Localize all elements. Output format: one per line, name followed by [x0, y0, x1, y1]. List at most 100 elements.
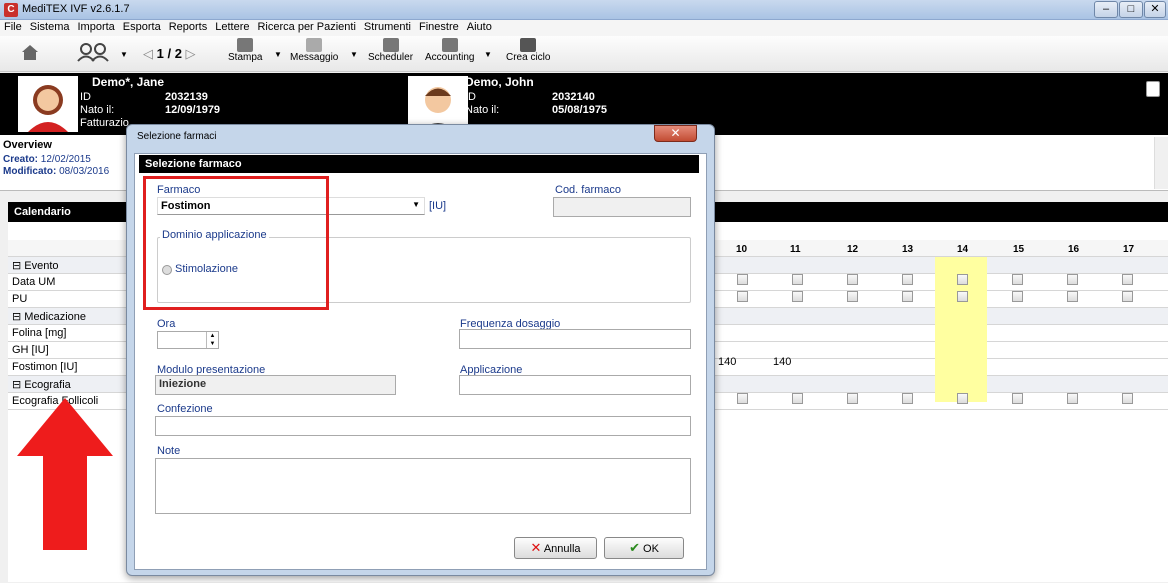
female-avatar	[18, 76, 78, 132]
stampa-button[interactable]: Stampa	[228, 38, 262, 63]
cod-farmaco-label: Cod. farmaco	[555, 184, 622, 196]
checkbox[interactable]	[1012, 291, 1023, 302]
checkbox[interactable]	[1122, 291, 1133, 302]
scheduler-button[interactable]: Scheduler	[368, 38, 413, 63]
couple-icon	[77, 43, 109, 62]
menu-strumenti[interactable]: Strumenti	[360, 20, 415, 34]
day-17: 17	[1123, 244, 1135, 255]
checkbox[interactable]	[902, 393, 913, 404]
document-icon[interactable]	[1146, 81, 1160, 97]
chevron-down-icon[interactable]: ▼	[120, 50, 128, 59]
day-12: 12	[847, 244, 859, 255]
red-highlight-annotation	[143, 176, 329, 310]
checkbox[interactable]	[957, 393, 968, 404]
day-16: 16	[1068, 244, 1080, 255]
couple-button[interactable]	[74, 42, 114, 65]
message-icon	[306, 38, 323, 52]
window-title: MediTEX IVF v2.6.1.7	[22, 3, 130, 15]
checkbox[interactable]	[847, 291, 858, 302]
menu-file[interactable]: File	[0, 20, 26, 34]
chevron-down-icon[interactable]: ▼	[484, 50, 492, 59]
day-15: 15	[1013, 244, 1025, 255]
dialog-close-button[interactable]: ✕	[654, 125, 697, 142]
applicazione-field[interactable]	[459, 375, 691, 395]
spinner-icon[interactable]: ▲ ▼	[206, 332, 218, 348]
checkbox[interactable]	[1122, 274, 1133, 285]
menu-sistema[interactable]: Sistema	[26, 20, 74, 34]
menu-importa[interactable]: Importa	[73, 20, 118, 34]
accounting-button[interactable]: Accounting	[425, 38, 474, 63]
messaggio-button[interactable]: Messaggio	[290, 38, 338, 63]
pager: ◁ 1 / 2 ▷	[143, 46, 196, 61]
cancel-icon: ✕	[530, 540, 542, 555]
crea-ciclo-button[interactable]: Crea ciclo	[506, 38, 550, 63]
note-textarea[interactable]	[155, 458, 691, 514]
ok-icon	[520, 38, 537, 52]
check-icon: ✔	[629, 540, 640, 555]
checkbox[interactable]	[1122, 393, 1133, 404]
checkbox[interactable]	[737, 274, 748, 285]
checkbox[interactable]	[902, 291, 913, 302]
app-icon: C	[4, 3, 18, 17]
menu-esporta[interactable]: Esporta	[119, 20, 165, 34]
menu-ricerca[interactable]: Ricerca per Pazienti	[253, 20, 359, 34]
confezione-field[interactable]	[155, 416, 691, 436]
checkbox[interactable]	[1067, 274, 1078, 285]
maximize-button[interactable]: □	[1119, 1, 1143, 18]
patient-m-dob-label: Nato il:	[465, 104, 500, 116]
next-icon[interactable]: ▷	[186, 46, 196, 61]
checkbox[interactable]	[737, 393, 748, 404]
annulla-button[interactable]: ✕ Annulla	[514, 537, 597, 559]
title-bar: C MediTEX IVF v2.6.1.7 – □ ✕	[0, 0, 1168, 20]
dialog-header: Selezione farmaco	[139, 155, 699, 173]
overview-scrollbar[interactable]	[1154, 137, 1168, 189]
patient-m-id: 2032140	[552, 91, 595, 103]
fostimon-dose-11: 140	[773, 356, 792, 368]
day-11: 11	[790, 244, 801, 255]
checkbox[interactable]	[737, 291, 748, 302]
printer-icon	[237, 38, 254, 52]
menu-aiuto[interactable]: Aiuto	[463, 20, 496, 34]
note-label: Note	[157, 445, 181, 457]
checkbox[interactable]	[1067, 393, 1078, 404]
checkbox[interactable]	[792, 274, 803, 285]
checkbox[interactable]	[1012, 393, 1023, 404]
dialog-title: Selezione farmaci	[137, 131, 217, 142]
minimize-button[interactable]: –	[1094, 1, 1118, 18]
modified-line: Modificato: 08/03/2016	[3, 166, 110, 177]
patient-m-name: Demo, John	[465, 75, 534, 89]
ora-label: Ora	[157, 318, 176, 330]
checkbox[interactable]	[1067, 291, 1078, 302]
chevron-down-icon[interactable]: ▼	[274, 50, 282, 59]
chevron-down-icon[interactable]: ▼	[350, 50, 358, 59]
checkbox[interactable]	[847, 393, 858, 404]
checkbox[interactable]	[957, 274, 968, 285]
patient-m-id-label: ID	[465, 91, 476, 103]
close-window-button[interactable]: ✕	[1144, 1, 1166, 18]
fostimon-dose-10: 140	[718, 356, 737, 368]
ok-button[interactable]: ✔ OK	[604, 537, 684, 559]
patient-f-dob-label: Nato il:	[80, 104, 115, 116]
checkbox[interactable]	[792, 393, 803, 404]
ora-field[interactable]: ▲ ▼	[157, 331, 219, 349]
patient-f-id-label: ID	[80, 91, 91, 103]
checkbox[interactable]	[792, 291, 803, 302]
checkbox[interactable]	[902, 274, 913, 285]
menu-reports[interactable]: Reports	[165, 20, 212, 34]
checkbox[interactable]	[1012, 274, 1023, 285]
patient-f-id: 2032139	[165, 91, 208, 103]
prev-icon[interactable]: ◁	[143, 46, 153, 61]
day-13: 13	[902, 244, 914, 255]
checkbox[interactable]	[847, 274, 858, 285]
confezione-label: Confezione	[157, 403, 213, 415]
modulo-field[interactable]: Iniezione	[155, 375, 396, 395]
menu-lettere[interactable]: Lettere	[211, 20, 253, 34]
red-arrow-annotation	[17, 398, 113, 550]
home-button[interactable]	[20, 42, 40, 65]
cod-farmaco-field[interactable]	[553, 197, 691, 217]
toolbar: ▼ ◁ 1 / 2 ▷ Stampa ▼ Messaggio ▼ Schedul…	[0, 36, 1168, 72]
created-line: Creato: 12/02/2015	[3, 154, 91, 165]
frequenza-field[interactable]	[459, 329, 691, 349]
checkbox[interactable]	[957, 291, 968, 302]
menu-finestre[interactable]: Finestre	[415, 20, 463, 34]
